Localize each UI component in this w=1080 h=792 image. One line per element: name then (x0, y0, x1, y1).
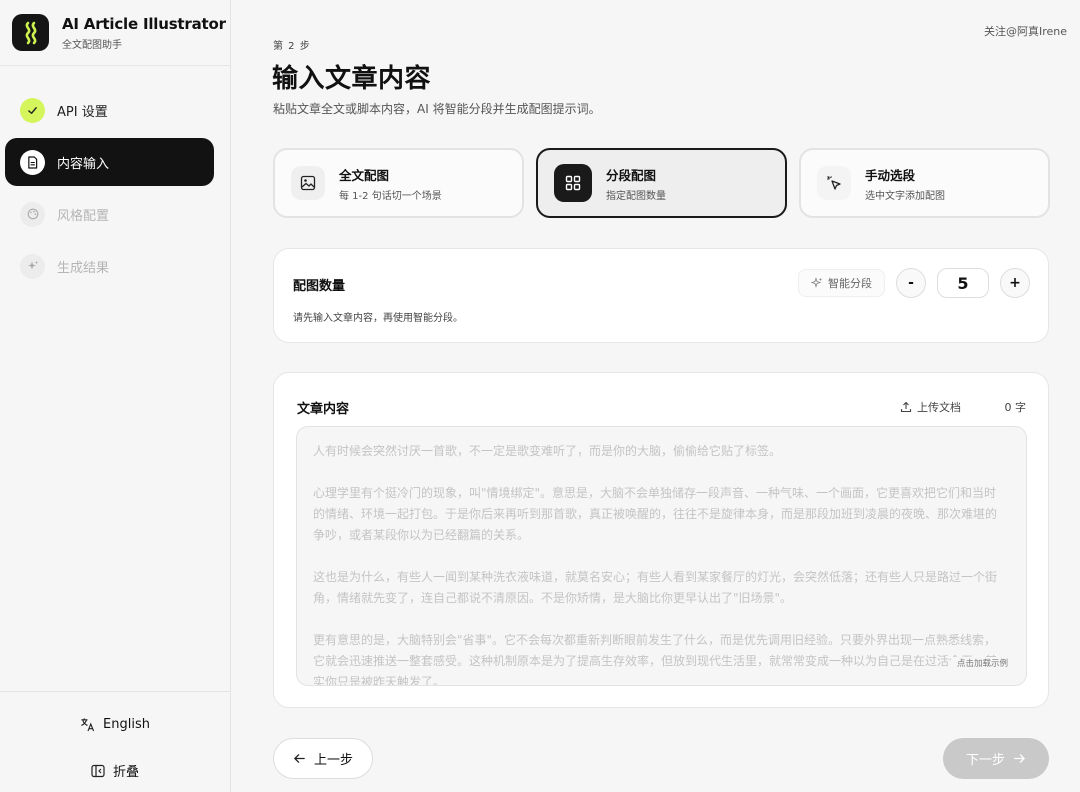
sparkle-icon (811, 277, 822, 288)
document-icon (20, 149, 45, 175)
mode-selector: 全文配图 每 1-2 句话切一个场景 分段配图 指定配图数量 手动选段 选中文字… (273, 148, 1050, 218)
image-count-value[interactable]: 5 (937, 268, 989, 298)
prev-step-label: 上一步 (313, 753, 353, 768)
pointer-click-icon (817, 166, 851, 200)
language-label: English (103, 717, 150, 732)
translate-icon (81, 718, 95, 732)
brand: AI Article Illustrator 全文配图助手 (0, 0, 230, 66)
page-subtitle: 粘贴文章全文或脚本内容，AI 将智能分段并生成配图提示词。 (273, 102, 601, 116)
next-step-button[interactable]: 下一步 (943, 738, 1049, 779)
sparkle-icon (20, 253, 45, 279)
grid-icon (554, 164, 592, 202)
mode-full-article[interactable]: 全文配图 每 1-2 句话切一个场景 (273, 148, 524, 218)
image-count-title: 配图数量 (293, 279, 346, 294)
collapse-button[interactable]: 折叠 (0, 761, 230, 780)
sidebar: AI Article Illustrator 全文配图助手 API 设置 内容输… (0, 0, 231, 792)
image-icon (291, 166, 325, 200)
sidebar-footer: English 折叠 (0, 691, 230, 792)
sidebar-item-style-config[interactable]: 风格配置 (5, 190, 214, 238)
language-toggle[interactable]: English (0, 717, 230, 732)
arrow-left-icon (294, 754, 305, 763)
mode-desc: 每 1-2 句话切一个场景 (339, 190, 442, 202)
next-step-label: 下一步 (965, 753, 1005, 768)
app-title: AI Article Illustrator (62, 14, 226, 33)
mode-segment[interactable]: 分段配图 指定配图数量 (536, 148, 787, 218)
placeholder-paragraph: 更有意思的是，大脑特别会"省事"。它不会每次都重新判断眼前发生了什么，而是优先调… (313, 633, 998, 686)
mode-title: 分段配图 (606, 167, 657, 183)
mode-manual-select[interactable]: 手动选段 选中文字添加配图 (799, 148, 1050, 218)
upload-icon (900, 401, 912, 413)
increment-button[interactable]: + (1000, 268, 1030, 298)
sidebar-item-results[interactable]: 生成结果 (5, 242, 214, 290)
app-subtitle: 全文配图助手 (62, 39, 122, 51)
smart-segment-button[interactable]: 智能分段 (798, 269, 885, 297)
step-indicator: 第 2 步 (273, 41, 311, 52)
mode-desc: 选中文字添加配图 (865, 190, 945, 202)
palette-icon (20, 201, 45, 227)
sidebar-item-api-settings[interactable]: API 设置 (5, 86, 214, 134)
app-logo (12, 14, 49, 51)
article-card: 文章内容 上传文档 0 字 人有时候会突然讨厌一首歌，不一定是歌变难听了，而是你… (273, 372, 1049, 708)
placeholder-paragraph: 心理学里有个挺冷门的现象，叫"情境绑定"。意思是，大脑不会单独储存一段声音、一种… (313, 486, 998, 542)
image-count-card: 配图数量 请先输入文章内容，再使用智能分段。 智能分段 - 5 + (273, 248, 1049, 343)
decrement-button[interactable]: - (896, 268, 926, 298)
sidebar-item-label: 生成结果 (57, 260, 110, 276)
page-title: 输入文章内容 (272, 64, 432, 94)
article-textarea[interactable]: 人有时候会突然讨厌一首歌，不一定是歌变难听了，而是你的大脑，偷偷给它贴了标签。 … (296, 426, 1027, 686)
load-sample-link[interactable]: 点击加载示例 (950, 657, 1008, 669)
upload-label: 上传文档 (917, 401, 961, 414)
collapse-label: 折叠 (112, 765, 139, 780)
placeholder-paragraph: 人有时候会突然讨厌一首歌，不一定是歌变难听了，而是你的大脑，偷偷给它贴了标签。 (313, 444, 782, 458)
mode-title: 全文配图 (339, 167, 390, 183)
prev-step-button[interactable]: 上一步 (273, 738, 373, 779)
mode-title: 手动选段 (865, 167, 916, 183)
sidebar-nav: API 设置 内容输入 风格配置 生成结果 (0, 66, 230, 290)
placeholder-paragraph: 这也是为什么，有些人一闻到某种洗衣液味道，就莫名安心；有些人看到某家餐厅的灯光，… (313, 570, 998, 605)
upload-document-button[interactable]: 上传文档 (900, 399, 961, 415)
arrow-right-icon (1014, 754, 1025, 763)
follow-link[interactable]: 关注@阿真Irene (984, 23, 1067, 39)
sidebar-item-label: 风格配置 (57, 208, 110, 224)
sidebar-item-label: 内容输入 (57, 156, 110, 172)
main-content: 关注@阿真Irene 第 2 步 输入文章内容 粘贴文章全文或脚本内容，AI 将… (231, 0, 1080, 792)
sidebar-collapse-icon (91, 764, 105, 777)
char-count: 0 字 (1004, 401, 1027, 414)
sidebar-item-content-input[interactable]: 内容输入 (5, 138, 214, 186)
smart-segment-label: 智能分段 (828, 277, 872, 290)
article-title: 文章内容 (297, 402, 350, 417)
check-icon (20, 97, 45, 123)
sidebar-item-label: API 设置 (57, 104, 108, 120)
image-count-hint: 请先输入文章内容，再使用智能分段。 (293, 313, 463, 324)
mode-desc: 指定配图数量 (606, 190, 666, 202)
